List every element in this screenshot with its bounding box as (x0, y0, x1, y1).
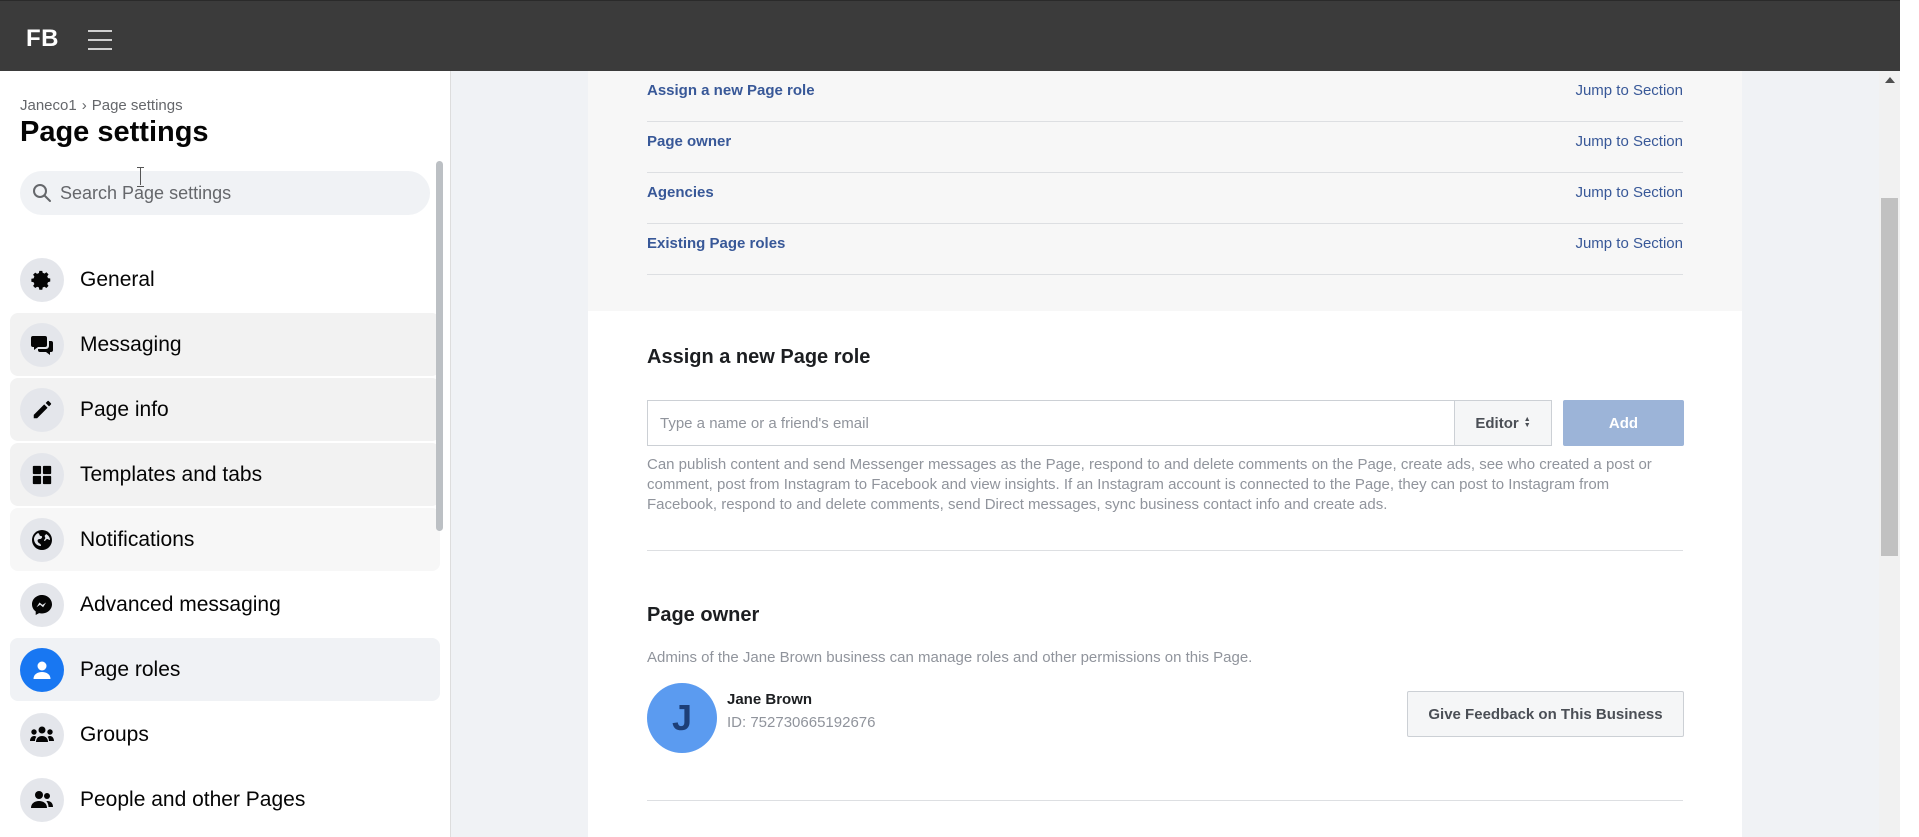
groups-icon (20, 712, 64, 757)
sidebar-item-templates-and-tabs[interactable]: Templates and tabs (10, 443, 440, 506)
toc-row: Assign a new Page role Jump to Section (647, 71, 1683, 122)
sidebar-item-messaging[interactable]: Messaging (10, 313, 440, 376)
settings-nav: General Messaging Page info Templates an… (10, 248, 440, 833)
sidebar-item-label: Groups (80, 722, 149, 746)
role-select[interactable]: Editor ▲ ▼ (1454, 400, 1552, 446)
search-box[interactable] (20, 171, 430, 215)
sidebar-item-label: Notifications (80, 527, 195, 551)
globe-icon (20, 517, 64, 562)
person-icon (20, 647, 64, 692)
name-or-email-input[interactable] (647, 400, 1455, 446)
role-select-value: Editor (1475, 414, 1519, 432)
toc-link-page-owner[interactable]: Page owner (647, 133, 731, 150)
sidebar-item-advanced-messaging[interactable]: Advanced messaging (10, 573, 440, 636)
pencil-icon (20, 387, 64, 432)
page-owner-heading: Page owner (647, 604, 760, 626)
breadcrumb: Janeco1 › Page settings (20, 97, 183, 114)
role-description: Can publish content and send Messenger m… (647, 456, 1652, 513)
scrollbar-thumb[interactable] (1881, 198, 1898, 556)
page-scrollbar[interactable] (1879, 71, 1900, 837)
jump-to-section-link[interactable]: Jump to Section (1575, 133, 1683, 150)
toc-link-assign-page-role[interactable]: Assign a new Page role (647, 82, 815, 99)
grid-icon (20, 452, 64, 497)
app-logo[interactable]: FB (26, 25, 59, 53)
sidebar-item-label: Page roles (80, 657, 181, 681)
avatar[interactable]: J (647, 683, 717, 753)
search-icon (33, 184, 51, 202)
give-feedback-button[interactable]: Give Feedback on This Business (1407, 691, 1684, 737)
section-divider (647, 800, 1683, 801)
page-title: Page settings (20, 116, 209, 148)
sidebar-item-groups[interactable]: Groups (10, 703, 440, 766)
sidebar-item-people-and-other-pages[interactable]: People and other Pages (10, 768, 440, 831)
sidebar-item-label: Messaging (80, 332, 182, 356)
top-bar: FB (0, 0, 1900, 71)
owner-id: ID: 752730665192676 (727, 714, 876, 731)
toc-link-agencies[interactable]: Agencies (647, 184, 714, 201)
toc-row: Agencies Jump to Section (647, 173, 1683, 224)
jump-to-section-link[interactable]: Jump to Section (1575, 184, 1683, 201)
sidebar: Janeco1›Page settings Page settings Gene… (0, 71, 451, 837)
search-input[interactable] (60, 171, 420, 215)
section-divider (647, 550, 1683, 551)
toc-row: Existing Page roles Jump to Section (647, 224, 1683, 275)
text-cursor-icon (137, 167, 145, 187)
sidebar-item-page-info[interactable]: Page info (10, 378, 440, 441)
messenger-icon (20, 582, 64, 627)
sidebar-item-general[interactable]: General (10, 248, 440, 311)
breadcrumb-separator: › (81, 97, 87, 114)
toc-link-existing-page-roles[interactable]: Existing Page roles (647, 235, 785, 252)
breadcrumb-parent[interactable]: Janeco1 (20, 97, 77, 114)
sidebar-item-page-roles[interactable]: Page roles (10, 638, 440, 701)
sidebar-item-label: Templates and tabs (80, 462, 263, 486)
select-arrows-icon: ▲ ▼ (1523, 416, 1531, 429)
sidebar-item-label: General (80, 267, 155, 291)
gear-icon (20, 257, 64, 302)
main-content: Assign a new Page role Jump to Section P… (588, 71, 1742, 837)
people-icon (20, 777, 64, 822)
chat-bubbles-icon (20, 322, 64, 367)
add-button[interactable]: Add (1563, 400, 1684, 446)
jump-to-section-link[interactable]: Jump to Section (1575, 235, 1683, 252)
sidebar-item-notifications[interactable]: Notifications (10, 508, 440, 571)
breadcrumb-current: Page settings (91, 97, 183, 114)
hamburger-menu-icon[interactable] (88, 30, 112, 50)
sidebar-item-label: Advanced messaging (80, 592, 281, 616)
scroll-up-arrow-icon[interactable] (1885, 77, 1895, 83)
page-owner-description: Admins of the Jane Brown business can ma… (647, 649, 1253, 666)
owner-name[interactable]: Jane Brown (727, 691, 812, 708)
sidebar-item-label: Page info (80, 397, 169, 421)
section-index: Assign a new Page role Jump to Section P… (588, 71, 1742, 311)
sidebar-scrollbar[interactable] (436, 161, 443, 531)
sidebar-item-label: People and other Pages (80, 787, 306, 811)
jump-to-section-link[interactable]: Jump to Section (1575, 82, 1683, 99)
toc-row: Page owner Jump to Section (647, 122, 1683, 173)
assign-role-heading: Assign a new Page role (647, 346, 871, 368)
window-edge (1900, 0, 1919, 837)
